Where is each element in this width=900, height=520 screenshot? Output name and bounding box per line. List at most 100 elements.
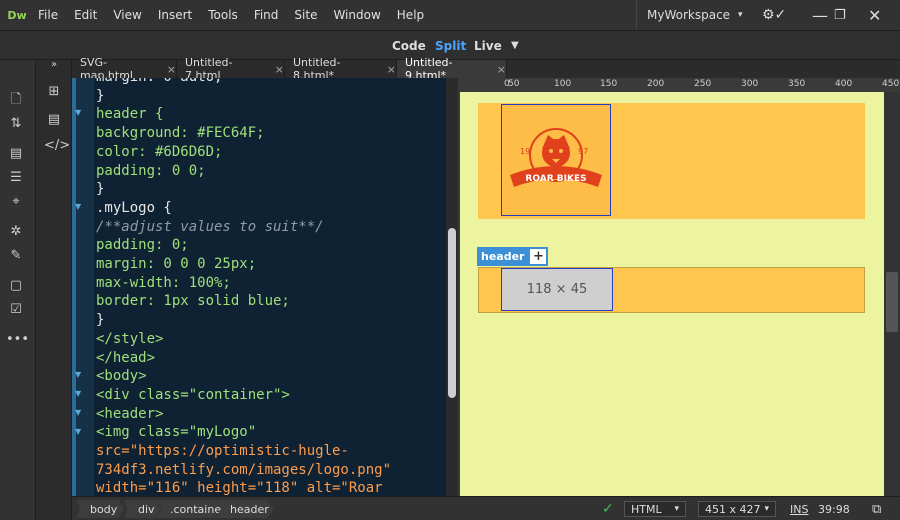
code-line: color: #6D6D6D; [96,143,223,160]
scroll-thumb[interactable] [886,272,898,332]
logo-image[interactable]: 19 97 ROAR BIKES [501,104,611,216]
app-logo: Dw [7,8,27,22]
menu-insert[interactable]: Insert [150,0,200,30]
tools-rail: 🗋 ⇅ ▤ ☰ ⌖ ✲ ✎ ▢ ☑ ••• [0,60,36,520]
ruler-tick: 100 [554,79,572,89]
menu-help[interactable]: Help [389,0,432,30]
fold-icon[interactable]: ▼ [75,427,85,437]
code-gutter: ▼ ▼ ▼ ▼ ▼ ▼ [72,78,94,496]
ruler-tick: 250 [694,79,712,89]
workspace-switcher[interactable]: MyWorkspace ▾ [636,0,746,30]
menu-edit[interactable]: Edit [66,0,105,30]
code-line: padding: 0 0; [96,162,206,179]
ruler-tick: 400 [835,79,853,89]
more-icon[interactable]: ••• [6,332,29,348]
element-tag-header[interactable]: header + [477,247,549,266]
code-view-button[interactable]: Code [392,39,426,53]
validation-ok-icon[interactable]: ✓ [602,501,614,517]
restore-icon[interactable]: ❐ [834,0,846,30]
code-line: } [96,181,105,198]
tab-untitled-9[interactable]: Untitled-9.html* × [397,56,507,82]
preview-icon[interactable]: ⧉ [872,501,881,517]
add-element-button[interactable]: + [530,249,547,264]
logo-text: ROAR BIKES [525,174,586,184]
code-line: width="116" height="118" alt="Roar [96,480,383,496]
menu-site[interactable]: Site [286,0,325,30]
lion-logo-icon: 19 97 ROAR BIKES [510,128,602,187]
menu-tools[interactable]: Tools [200,0,246,30]
menu-window[interactable]: Window [325,0,388,30]
code-line: .myLogo { [96,199,172,216]
menu-view[interactable]: View [105,0,149,30]
close-icon[interactable]: × [275,63,284,76]
settings-check-icon[interactable]: ⚙✓ [762,0,786,30]
close-window-icon[interactable]: ✕ [868,0,881,30]
wand-icon[interactable]: ✲ [6,224,26,240]
breadcrumb-header[interactable]: header [216,500,274,518]
menu-file[interactable]: File [30,0,66,30]
chevron-down-icon: ▾ [764,504,769,514]
tab-untitled-8[interactable]: Untitled-8.html* × [285,56,397,82]
fold-icon[interactable]: ▼ [75,370,85,380]
code-tag-icon[interactable]: </> [44,138,70,154]
breadcrumb-div[interactable]: div [124,500,160,518]
view-dropdown-icon[interactable]: ▼ [511,40,519,51]
window-size-select[interactable]: 451 x 427 ▾ [698,501,776,517]
logo-year-right: 97 [578,147,588,156]
element-tag-label: header [481,250,525,263]
code-line: <img class="myLogo" [96,424,257,441]
breadcrumb-body[interactable]: body [76,500,124,518]
window-size-value: 451 x 427 [705,502,761,516]
ruler-tick: 450 [882,79,900,89]
code-line: /**adjust values to suit**/ [96,218,324,235]
close-icon[interactable]: × [167,63,176,76]
expand-icon[interactable]: » [44,57,64,73]
split-view-button[interactable]: Split [435,39,466,53]
check-doc-icon[interactable]: ☑ [6,302,26,318]
close-icon[interactable]: × [497,63,506,76]
close-icon[interactable]: × [387,63,396,76]
split-divider[interactable] [446,78,458,496]
status-bar: body div .container header ✓ HTML ▾ 451 x… [72,496,900,520]
horizontal-ruler: 0 50 100 150 200 250 300 350 400 450 [458,78,900,92]
ruler-tick: 300 [741,79,759,89]
align-icon[interactable]: ☰ [6,170,26,186]
code-line: } [96,312,105,329]
fold-icon[interactable]: ▼ [75,389,85,399]
insert-mode[interactable]: INS [790,501,808,517]
dom-tree-icon[interactable]: ⊞ [44,84,64,100]
scroll-thumb[interactable] [448,228,456,398]
live-view-button[interactable]: Live [474,39,502,53]
code-line: margin: 0 0 0 25px; [96,256,257,272]
snippet-icon[interactable]: ▤ [44,112,64,128]
document-icon[interactable]: 🗋 [6,92,26,108]
chevron-down-icon: ▾ [674,504,679,514]
transfer-icon[interactable]: ⇅ [6,116,26,132]
code-line: background: #FEC64F; [96,125,265,142]
code-line: <body> [96,368,147,385]
code-editor[interactable]: ▼ ▼ ▼ ▼ ▼ ▼ margin: 0 auto; } header { b… [72,78,458,496]
document-tabs: SVG-map.html × Untitled-7.html × Untitled-… [72,56,900,82]
code-line: margin: 0 auto; [96,78,222,87]
fold-icon[interactable]: ▼ [75,108,85,118]
inspect-icon[interactable]: ▤ [6,146,26,162]
code-line: } [96,87,105,104]
tab-untitled-7[interactable]: Untitled-7.html × [177,56,285,82]
minimize-icon[interactable]: — [812,0,828,30]
language-select[interactable]: HTML ▾ [624,501,686,517]
target-icon[interactable]: ⌖ [6,194,26,210]
design-scrollbar[interactable] [884,92,900,496]
ruler-tick: 350 [788,79,806,89]
menu-find[interactable]: Find [246,0,287,30]
code-line: <header> [96,405,164,422]
comment-icon[interactable]: ▢ [6,278,26,294]
fold-icon[interactable]: ▼ [75,408,85,418]
logo-year-left: 19 [520,147,530,156]
code-line: max-width: 100%; [96,274,231,291]
fold-icon[interactable]: ▼ [75,202,85,212]
brush-icon[interactable]: ✎ [6,248,26,264]
breadcrumb-container[interactable]: .container [156,500,222,518]
code-line: border: 1px solid blue; [96,293,290,310]
tab-svg-map[interactable]: SVG-map.html × [72,56,177,82]
image-placeholder[interactable]: 118 × 45 [501,268,613,311]
